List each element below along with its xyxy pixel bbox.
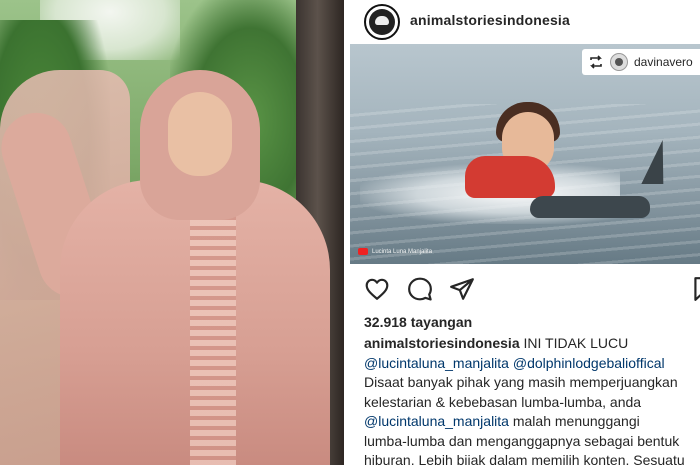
youtube-icon xyxy=(358,248,368,255)
repost-badge[interactable]: davinavero xyxy=(582,49,700,75)
photo-left xyxy=(0,0,344,465)
caption-line-2: @lucintaluna_manjalita @dolphinlodgebali… xyxy=(364,354,700,374)
caption-headline: INI TIDAK LUCU xyxy=(523,335,629,351)
video-credit: Lucinta Luna Manjalita xyxy=(358,248,432,255)
video-credit-text: Lucinta Luna Manjalita xyxy=(372,248,433,255)
caption-line-5: @lucintaluna_manjalita malah menunggangi xyxy=(364,412,700,432)
caption-mention-3[interactable]: @lucintaluna_manjalita xyxy=(364,413,509,429)
caption-line-3: Disaat banyak pihak yang masih memperjua… xyxy=(364,374,678,390)
caption-line-4: kelestarian & kebebasan lumba-lumba, and… xyxy=(364,393,642,410)
post-username[interactable]: animalstoriesindonesia xyxy=(410,12,570,28)
profile-avatar[interactable] xyxy=(364,4,400,40)
dress-embroidery xyxy=(190,210,236,465)
repost-avatar xyxy=(610,53,628,71)
caption-line-6: lumba-lumba dan menganggapnya sebagai be… xyxy=(364,432,680,449)
face xyxy=(168,92,232,176)
caption-mention-1[interactable]: @lucintaluna_manjalita xyxy=(364,355,509,371)
bookmark-icon[interactable] xyxy=(690,276,700,302)
send-icon[interactable] xyxy=(449,276,475,302)
dolphin-body xyxy=(530,196,650,218)
post-actions xyxy=(350,272,700,304)
repost-icon xyxy=(588,54,604,70)
post-video[interactable]: davinavero Lucinta Luna Manjalita xyxy=(350,44,700,264)
caption-author[interactable]: animalstoriesindonesia xyxy=(364,335,520,351)
post-caption: animalstoriesindonesia INI TIDAK LUCU @l… xyxy=(364,334,700,465)
view-count: 32.918 tayangan xyxy=(364,314,473,330)
life-vest xyxy=(465,156,555,198)
post-header: animalstoriesindonesia xyxy=(350,0,700,44)
caption-mention-2[interactable]: @dolphinlodgebalioffical xyxy=(513,355,665,371)
caption-line-1: animalstoriesindonesia INI TIDAK LUCU xyxy=(364,334,700,354)
caption-line-7: hiburan. Lebih bijak dalam memilih konte… xyxy=(364,452,685,465)
repost-username[interactable]: davinavero xyxy=(634,55,693,69)
comment-icon[interactable] xyxy=(407,276,433,302)
heart-icon[interactable] xyxy=(364,276,390,302)
caption-line-5-tail: malah menunggangi xyxy=(508,413,640,429)
instagram-post: animalstoriesindonesia davinavero Lucint… xyxy=(350,0,700,465)
